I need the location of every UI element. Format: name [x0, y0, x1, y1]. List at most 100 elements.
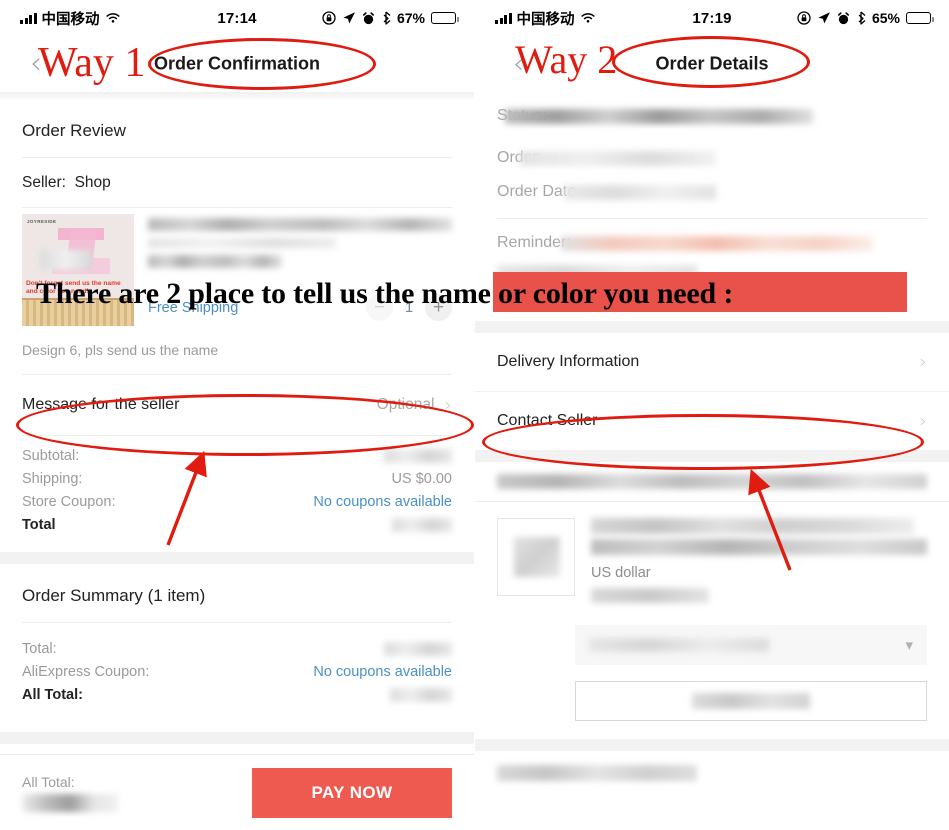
free-shipping-label: Free Shipping: [148, 299, 239, 316]
footer-total: All Total:: [22, 774, 118, 812]
product-sub-blurred: [148, 238, 337, 248]
item-action-label-blurred: [692, 693, 810, 709]
seller-label: Seller:: [22, 174, 66, 191]
pay-now-button[interactable]: PAY NOW: [252, 767, 452, 818]
reminder-value-blurred: [560, 235, 873, 251]
product-thumbnail[interactable]: JOYRESIDE Don't forget send us the name …: [22, 214, 134, 326]
thumbnail-decor: [22, 300, 134, 326]
left-navbar: ‹ Order Confirmation: [0, 36, 474, 92]
message-for-seller-label: Message for the seller: [22, 396, 180, 413]
alarm-clock-icon: [362, 11, 374, 24]
store-coupon-value[interactable]: No coupons available: [313, 494, 452, 510]
signal-bars-icon: [20, 12, 37, 24]
item-thumbnail[interactable]: [497, 518, 575, 596]
price-label: Total: [22, 516, 56, 533]
footer-total-label: All Total:: [22, 773, 75, 790]
item-title-line2-blurred: [591, 539, 927, 555]
item-option-select[interactable]: ▾: [575, 625, 927, 665]
order-review-heading: Order Review: [22, 121, 126, 140]
bluetooth-icon: [383, 11, 391, 25]
wifi-icon: [580, 13, 595, 23]
order-item-row[interactable]: US dollar: [475, 502, 949, 619]
aliexpress-coupon-value[interactable]: No coupons available: [313, 664, 452, 680]
product-customization-note: Design 6, pls send us the name: [22, 342, 219, 358]
contact-seller-row[interactable]: Contact Seller ›: [475, 391, 949, 450]
status-bar-left: 中国移动: [20, 8, 121, 29]
section-gap: [0, 732, 474, 744]
price-value-blurred: [392, 517, 452, 532]
summary-line[interactable]: AliExpress Coupon: No coupons available: [22, 660, 452, 683]
section-gap: [475, 739, 949, 751]
price-value: US $0.00: [391, 470, 452, 487]
quantity-increase-button[interactable]: +: [425, 294, 452, 321]
section-gap: [475, 450, 949, 462]
product-bottom-row: Free Shipping − 1 +: [148, 294, 452, 321]
price-label: Subtotal:: [22, 447, 80, 464]
right-navbar: ‹ Order Details: [475, 36, 949, 92]
product-row[interactable]: JOYRESIDE Don't forget send us the name …: [0, 208, 474, 330]
quantity-decrease-button[interactable]: −: [366, 294, 393, 321]
battery-icon: [431, 12, 459, 24]
summary-label: Total:: [22, 640, 57, 657]
seller-row[interactable]: Seller: Shop: [0, 158, 474, 207]
summary-line: Total:: [22, 637, 452, 660]
message-optional-value: Optional: [376, 396, 435, 413]
order-date-row: Order Date: [497, 178, 927, 206]
bluetooth-icon: [858, 11, 866, 25]
order-summary-card: Order Summary (1 item) Total: AliExpress…: [0, 564, 474, 722]
quantity-value: 1: [404, 299, 414, 316]
status-bar-right: 65%: [797, 10, 934, 26]
page-title: Order Confirmation: [153, 53, 320, 74]
battery-percent-label: 65%: [871, 10, 900, 26]
checkout-footer: All Total: PAY NOW: [0, 754, 474, 830]
price-line: Shipping: US $0.00: [22, 467, 452, 490]
order-review-card: Order Review Seller: Shop JOYRESIDE Don'…: [0, 99, 474, 552]
summary-line: All Total:: [22, 683, 452, 706]
item-thumbnail-blurred: [514, 537, 560, 577]
summary-label: AliExpress Coupon:: [22, 663, 150, 680]
section-gap: [0, 552, 474, 564]
delivery-information-row[interactable]: Delivery Information ›: [475, 333, 949, 391]
status-row: Status:: [497, 102, 927, 130]
price-lines: Subtotal: Shipping: US $0.00 Store Coupo…: [0, 436, 474, 552]
price-value-blurred: [384, 448, 452, 463]
item-price-blurred: [591, 588, 709, 603]
footer-total-amount-blurred: [22, 793, 118, 812]
price-line[interactable]: Store Coupon: No coupons available: [22, 490, 452, 513]
divider: [497, 218, 927, 219]
quantity-stepper[interactable]: − 1 +: [366, 294, 452, 321]
summary-label: All Total:: [22, 686, 83, 703]
thumbnail-note: Don't forget send us the name and color …: [26, 279, 121, 295]
signal-bars-icon: [495, 12, 512, 24]
product-title-blurred: [148, 218, 452, 231]
order-status-card: Status: Order Order Date Reminder:: [475, 92, 949, 285]
chevron-right-icon: ›: [919, 351, 927, 373]
price-label: Shipping:: [22, 470, 83, 487]
location-arrow-icon: [818, 12, 830, 24]
store-name-blurred: [497, 474, 927, 489]
item-action-button[interactable]: [575, 681, 927, 721]
order-summary-heading: Order Summary (1 item): [22, 586, 206, 605]
navbar-divider: [0, 92, 474, 99]
alarm-clock-icon: [837, 11, 849, 24]
rotation-lock-icon: [797, 11, 811, 25]
page-title: Order Details: [655, 53, 769, 74]
message-for-seller-row[interactable]: Message for the seller Optional ›: [0, 375, 474, 435]
carrier-label: 中国移动: [516, 11, 575, 28]
delivery-information-label: Delivery Information: [497, 353, 640, 370]
price-line: Subtotal:: [22, 444, 452, 467]
reminder-row: Reminder:: [497, 229, 927, 257]
reminder-line2-blurred: [497, 265, 697, 279]
order-links-card: Delivery Information › Contact Seller ›: [475, 333, 949, 450]
product-attr-blurred: [148, 255, 282, 268]
thumbnail-brand-label: JOYRESIDE: [27, 219, 57, 224]
order-summary-lines: Total: AliExpress Coupon: No coupons ava…: [0, 623, 474, 722]
status-bar-left: 中国移动: [495, 8, 596, 29]
chevron-right-icon: ›: [919, 410, 927, 432]
seller-name: Shop: [74, 174, 111, 191]
contact-seller-label: Contact Seller: [497, 412, 598, 429]
left-status-bar: 中国移动 17:14 67%: [0, 0, 474, 36]
order-value-blurred: [519, 150, 716, 166]
wifi-icon: [105, 13, 120, 23]
price-line: Total: [22, 513, 452, 536]
